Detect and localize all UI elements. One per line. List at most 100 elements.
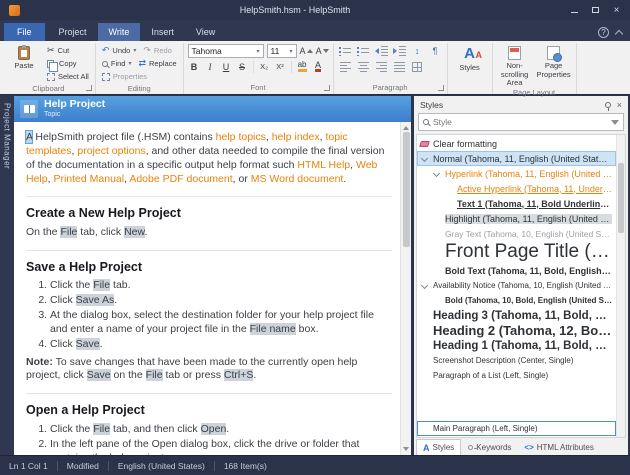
italic-button[interactable]: I [204,60,217,73]
font-family-combo[interactable]: Tahoma ▾ [188,44,264,58]
panel-tab-keywords[interactable]: Keywords [462,439,517,455]
style-item[interactable]: Availability Notice (Tahoma, 10, English… [417,278,616,293]
doc-heading: Save a Help Project [26,250,392,276]
find-button[interactable]: Find ▾ [100,57,134,70]
doc-seg-link[interactable]: Printed Manual [53,173,124,185]
divider [108,461,109,471]
style-item[interactable]: Heading 3 (Tahoma, 11, Bold, English (U.… [417,308,616,323]
superscript-button[interactable]: X² [274,60,287,73]
panel-tab-html-attributes[interactable]: <> HTML Attributes [518,439,599,455]
panel-close-icon[interactable]: × [617,100,622,110]
select-all-button[interactable]: Select All [45,70,91,83]
copy-label: Copy [59,59,77,68]
tab-write[interactable]: Write [98,23,141,41]
maximize-button[interactable] [586,3,605,18]
doc-seg-hl: File name [250,323,296,335]
show-marks-button[interactable]: ¶ [428,44,443,58]
line-spacing-button[interactable]: ↕ [410,44,425,58]
borders-button[interactable] [410,60,425,74]
help-icon[interactable]: ? [598,27,609,38]
cut-button[interactable]: ✂ Cut [45,44,91,57]
strikethrough-button[interactable]: S [236,60,249,73]
style-item[interactable]: Main Paragraph (Left, Single) [417,421,616,436]
paragraph-dialog-launcher[interactable] [438,85,444,91]
align-left-button[interactable] [338,60,353,74]
style-item[interactable]: Screenshot Description (Center, Single) [417,353,616,368]
panel-tabs: A Styles Keywords <> HTML Attributes [414,438,628,455]
style-item[interactable]: Heading 2 (Tahoma, 12, Bold, English... [417,323,616,338]
scrollbar-thumb[interactable] [403,132,410,247]
document-scrollbar[interactable] [400,122,411,455]
expander-icon[interactable] [421,282,428,289]
style-item[interactable]: Bold (Tahoma, 10, Bold, English (United … [417,293,616,308]
doc-seg-link[interactable]: MS Word document [251,173,344,185]
style-item[interactable]: Paragraph of a List (Left, Single) [417,368,616,383]
style-item[interactable]: Clear formatting [417,136,616,151]
doc-seg-link[interactable]: HTML Help [297,159,350,171]
align-center-button[interactable] [356,60,371,74]
doc-seg-link[interactable]: help topics [216,131,266,143]
text-highlight-button[interactable]: ab [296,60,309,73]
style-item[interactable]: Bold Text (Tahoma, 11, Bold, English (..… [417,263,616,278]
style-item[interactable]: Active Hyperlink (Tahoma, 11, Underline,… [417,181,616,196]
pin-icon[interactable] [605,102,611,108]
replace-button[interactable]: ⇄ Replace [136,57,178,70]
grow-font-button[interactable]: A [300,45,313,58]
redo-button[interactable]: ↷ Redo [141,44,173,57]
tab-view[interactable]: View [185,23,226,41]
styles-button[interactable]: AA Styles [452,44,488,73]
styles-scrollbar-thumb[interactable] [618,163,624,233]
expander-icon[interactable] [433,170,440,177]
doc-seg-link[interactable]: Adobe PDF document [129,173,232,185]
indent-button[interactable] [392,44,407,58]
underline-button[interactable]: U [220,60,233,73]
clipboard-dialog-launcher[interactable] [86,85,92,91]
style-item[interactable]: Hyperlink (Tahoma, 11, English (United S… [417,166,616,181]
doc-text: HelpSmith project file (.HSM) contains [32,131,215,143]
undo-button[interactable]: ↶ Undo ▾ [100,44,139,57]
style-item[interactable]: Highlight (Tahoma, 11, English (United S… [417,211,616,226]
tab-project[interactable]: Project [48,23,98,41]
style-item[interactable]: Text 1 (Tahoma, 11, Bold Underline, E... [417,196,616,211]
collapse-ribbon-icon[interactable] [615,30,623,38]
style-search-input[interactable] [433,117,607,127]
font-color-button[interactable]: A [312,60,325,73]
tab-insert[interactable]: Insert [140,23,185,41]
style-item[interactable]: Heading 1 (Tahoma, 11, Bold, English (U.… [417,338,616,353]
justify-button[interactable] [392,60,407,74]
bullet-list-button[interactable] [338,44,353,58]
style-item[interactable]: Front Page Title (Tah... [417,241,616,263]
window-controls: × [565,3,626,18]
styles-scrollbar[interactable] [616,135,625,437]
align-right-button[interactable] [374,60,389,74]
scroll-up-icon[interactable] [403,126,409,130]
paste-button[interactable]: Paste [6,44,42,71]
bold-button[interactable]: B [188,60,201,73]
nonscrolling-area-button[interactable]: Non-scrolling Area [497,44,533,88]
numbered-list-button[interactable] [356,44,371,58]
font-size-combo[interactable]: 11 ▾ [267,44,297,58]
doc-seg-link[interactable]: project options [77,145,145,157]
nonscrolling-area-label: Non-scrolling Area [498,62,532,88]
style-item[interactable]: Normal (Tahoma, 11, English (United Stat… [417,151,616,166]
language-status[interactable]: English (United States) [118,461,205,471]
scroll-down-icon[interactable] [403,447,409,451]
shrink-font-button[interactable]: A [316,45,329,58]
copy-button[interactable]: Copy [45,57,91,70]
tab-file[interactable]: File [4,23,45,41]
minimize-button[interactable] [565,3,584,18]
page-properties-button[interactable]: Page Properties [536,44,572,79]
document-editor[interactable]: A HelpSmith project file (.HSM) contains… [14,122,400,455]
close-button[interactable]: × [607,3,626,18]
outdent-button[interactable] [374,44,389,58]
font-dialog-launcher[interactable] [324,85,330,91]
style-item[interactable]: Gray Text (Tahoma, 10, English (United S… [417,226,616,241]
doc-seg-link[interactable]: help index [272,131,320,143]
properties-button[interactable]: Properties [100,70,179,83]
filter-icon[interactable] [611,120,619,125]
expander-icon[interactable] [421,155,428,162]
panel-tab-styles[interactable]: A Styles [416,439,461,455]
project-manager-tab[interactable]: Project Manager [0,95,14,455]
font-size-caret-icon: ▾ [290,48,293,55]
subscript-button[interactable]: X₂ [258,60,271,73]
